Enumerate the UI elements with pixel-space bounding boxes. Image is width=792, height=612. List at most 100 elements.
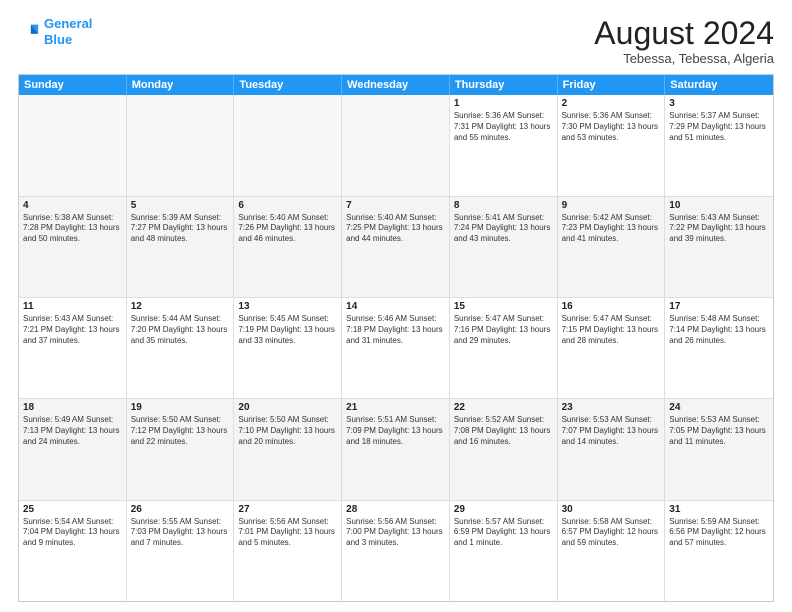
cell-info: Sunrise: 5:42 AM Sunset: 7:23 PM Dayligh… <box>562 213 661 245</box>
cell-info: Sunrise: 5:50 AM Sunset: 7:10 PM Dayligh… <box>238 415 337 447</box>
weekday-header: Friday <box>558 75 666 95</box>
cell-date: 17 <box>669 301 769 312</box>
cell-info: Sunrise: 5:54 AM Sunset: 7:04 PM Dayligh… <box>23 517 122 549</box>
calendar-cell: 26 Sunrise: 5:55 AM Sunset: 7:03 PM Dayli… <box>127 501 235 601</box>
cell-info: Sunrise: 5:37 AM Sunset: 7:29 PM Dayligh… <box>669 111 769 143</box>
cell-info: Sunrise: 5:47 AM Sunset: 7:16 PM Dayligh… <box>454 314 553 346</box>
calendar-cell: 19 Sunrise: 5:50 AM Sunset: 7:12 PM Dayli… <box>127 399 235 499</box>
weekday-header: Wednesday <box>342 75 450 95</box>
cell-info: Sunrise: 5:48 AM Sunset: 7:14 PM Dayligh… <box>669 314 769 346</box>
calendar-row: 11Sunrise: 5:43 AM Sunset: 7:21 PM Dayli… <box>19 297 773 398</box>
cell-date: 30 <box>562 504 661 515</box>
calendar-cell: 1 Sunrise: 5:36 AM Sunset: 7:31 PM Daylig… <box>450 95 558 195</box>
cell-info: Sunrise: 5:40 AM Sunset: 7:25 PM Dayligh… <box>346 213 445 245</box>
logo-text: General Blue <box>44 16 92 47</box>
cell-info: Sunrise: 5:43 AM Sunset: 7:22 PM Dayligh… <box>669 213 769 245</box>
header: General Blue August 2024 Tebessa, Tebess… <box>18 16 774 66</box>
cell-date: 7 <box>346 200 445 211</box>
cell-date: 8 <box>454 200 553 211</box>
cell-date: 15 <box>454 301 553 312</box>
cell-date: 9 <box>562 200 661 211</box>
cell-date: 14 <box>346 301 445 312</box>
cell-date: 16 <box>562 301 661 312</box>
empty-cell <box>19 95 127 195</box>
cell-date: 26 <box>131 504 230 515</box>
calendar-row: 18 Sunrise: 5:49 AM Sunset: 7:13 PM Dayli… <box>19 398 773 499</box>
cell-info: Sunrise: 5:39 AM Sunset: 7:27 PM Dayligh… <box>131 213 230 245</box>
cell-date: 29 <box>454 504 553 515</box>
cell-date: 4 <box>23 200 122 211</box>
cell-info: Sunrise: 5:47 AM Sunset: 7:15 PM Dayligh… <box>562 314 661 346</box>
empty-cell <box>342 95 450 195</box>
cell-info: Sunrise: 5:55 AM Sunset: 7:03 PM Dayligh… <box>131 517 230 549</box>
logo-icon <box>18 21 40 43</box>
cell-info: Sunrise: 5:44 AM Sunset: 7:20 PM Dayligh… <box>131 314 230 346</box>
calendar-cell: 5Sunrise: 5:39 AM Sunset: 7:27 PM Daylig… <box>127 197 235 297</box>
cell-info: Sunrise: 5:46 AM Sunset: 7:18 PM Dayligh… <box>346 314 445 346</box>
calendar-cell: 7 Sunrise: 5:40 AM Sunset: 7:25 PM Daylig… <box>342 197 450 297</box>
calendar-cell: 23Sunrise: 5:53 AM Sunset: 7:07 PM Dayli… <box>558 399 666 499</box>
cell-info: Sunrise: 5:41 AM Sunset: 7:24 PM Dayligh… <box>454 213 553 245</box>
calendar-cell: 25 Sunrise: 5:54 AM Sunset: 7:04 PM Dayli… <box>19 501 127 601</box>
calendar: SundayMondayTuesdayWednesdayThursdayFrid… <box>18 74 774 602</box>
calendar-cell: 27 Sunrise: 5:56 AM Sunset: 7:01 PM Dayli… <box>234 501 342 601</box>
cell-info: Sunrise: 5:51 AM Sunset: 7:09 PM Dayligh… <box>346 415 445 447</box>
calendar-cell: 10Sunrise: 5:43 AM Sunset: 7:22 PM Dayli… <box>665 197 773 297</box>
logo-line1: General <box>44 16 92 31</box>
cell-date: 24 <box>669 402 769 413</box>
weekday-header: Sunday <box>19 75 127 95</box>
cell-info: Sunrise: 5:38 AM Sunset: 7:28 PM Dayligh… <box>23 213 122 245</box>
cell-date: 18 <box>23 402 122 413</box>
calendar-cell: 2 Sunrise: 5:36 AM Sunset: 7:30 PM Daylig… <box>558 95 666 195</box>
calendar-cell: 28Sunrise: 5:56 AM Sunset: 7:00 PM Dayli… <box>342 501 450 601</box>
cell-info: Sunrise: 5:49 AM Sunset: 7:13 PM Dayligh… <box>23 415 122 447</box>
calendar-cell: 29Sunrise: 5:57 AM Sunset: 6:59 PM Dayli… <box>450 501 558 601</box>
cell-info: Sunrise: 5:52 AM Sunset: 7:08 PM Dayligh… <box>454 415 553 447</box>
cell-date: 21 <box>346 402 445 413</box>
cell-date: 27 <box>238 504 337 515</box>
weekday-header: Monday <box>127 75 235 95</box>
calendar-cell: 13 Sunrise: 5:45 AM Sunset: 7:19 PM Dayli… <box>234 298 342 398</box>
title-block: August 2024 Tebessa, Tebessa, Algeria <box>594 16 774 66</box>
cell-date: 19 <box>131 402 230 413</box>
calendar-cell: 16 Sunrise: 5:47 AM Sunset: 7:15 PM Dayli… <box>558 298 666 398</box>
cell-info: Sunrise: 5:59 AM Sunset: 6:56 PM Dayligh… <box>669 517 769 549</box>
cell-date: 2 <box>562 98 661 109</box>
cell-info: Sunrise: 5:36 AM Sunset: 7:31 PM Dayligh… <box>454 111 553 143</box>
logo-line2: Blue <box>44 32 72 47</box>
cell-info: Sunrise: 5:43 AM Sunset: 7:21 PM Dayligh… <box>23 314 122 346</box>
cell-date: 13 <box>238 301 337 312</box>
cell-info: Sunrise: 5:50 AM Sunset: 7:12 PM Dayligh… <box>131 415 230 447</box>
cell-date: 20 <box>238 402 337 413</box>
location-title: Tebessa, Tebessa, Algeria <box>594 51 774 66</box>
cell-date: 6 <box>238 200 337 211</box>
calendar-cell: 8 Sunrise: 5:41 AM Sunset: 7:24 PM Daylig… <box>450 197 558 297</box>
calendar-row: 4 Sunrise: 5:38 AM Sunset: 7:28 PM Daylig… <box>19 196 773 297</box>
cell-info: Sunrise: 5:45 AM Sunset: 7:19 PM Dayligh… <box>238 314 337 346</box>
cell-info: Sunrise: 5:56 AM Sunset: 7:01 PM Dayligh… <box>238 517 337 549</box>
cell-info: Sunrise: 5:53 AM Sunset: 7:07 PM Dayligh… <box>562 415 661 447</box>
cell-date: 3 <box>669 98 769 109</box>
calendar-cell: 31 Sunrise: 5:59 AM Sunset: 6:56 PM Dayli… <box>665 501 773 601</box>
calendar-row: 1 Sunrise: 5:36 AM Sunset: 7:31 PM Daylig… <box>19 95 773 195</box>
cell-info: Sunrise: 5:40 AM Sunset: 7:26 PM Dayligh… <box>238 213 337 245</box>
weekday-header: Saturday <box>665 75 773 95</box>
cell-info: Sunrise: 5:53 AM Sunset: 7:05 PM Dayligh… <box>669 415 769 447</box>
calendar-cell: 20 Sunrise: 5:50 AM Sunset: 7:10 PM Dayli… <box>234 399 342 499</box>
calendar-cell: 4 Sunrise: 5:38 AM Sunset: 7:28 PM Daylig… <box>19 197 127 297</box>
calendar-cell: 17 Sunrise: 5:48 AM Sunset: 7:14 PM Dayli… <box>665 298 773 398</box>
empty-cell <box>234 95 342 195</box>
cell-date: 31 <box>669 504 769 515</box>
logo: General Blue <box>18 16 92 47</box>
cell-date: 25 <box>23 504 122 515</box>
cell-info: Sunrise: 5:36 AM Sunset: 7:30 PM Dayligh… <box>562 111 661 143</box>
page: General Blue August 2024 Tebessa, Tebess… <box>0 0 792 612</box>
calendar-cell: 6 Sunrise: 5:40 AM Sunset: 7:26 PM Daylig… <box>234 197 342 297</box>
calendar-cell: 12Sunrise: 5:44 AM Sunset: 7:20 PM Dayli… <box>127 298 235 398</box>
calendar-cell: 11Sunrise: 5:43 AM Sunset: 7:21 PM Dayli… <box>19 298 127 398</box>
cell-date: 28 <box>346 504 445 515</box>
calendar-row: 25 Sunrise: 5:54 AM Sunset: 7:04 PM Dayli… <box>19 500 773 601</box>
calendar-header: SundayMondayTuesdayWednesdayThursdayFrid… <box>19 75 773 95</box>
cell-date: 1 <box>454 98 553 109</box>
calendar-cell: 30Sunrise: 5:58 AM Sunset: 6:57 PM Dayli… <box>558 501 666 601</box>
